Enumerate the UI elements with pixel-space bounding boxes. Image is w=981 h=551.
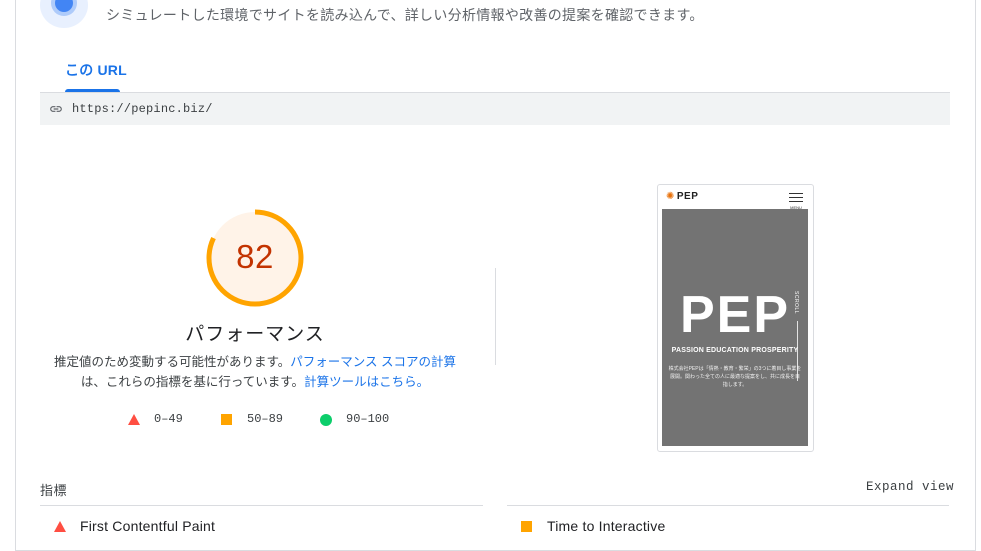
legend-pass-label: 90–100 bbox=[346, 412, 390, 426]
metric-tti-label: Time to Interactive bbox=[547, 518, 666, 534]
description-text-2: は、これらの指標を基に行っています。 bbox=[80, 375, 305, 389]
legend-average-label: 50–89 bbox=[247, 412, 284, 426]
metrics-divider-left bbox=[40, 505, 483, 506]
hamburger-menu-icon: MENU bbox=[789, 193, 803, 210]
hero-section: PEP PASSION EDUCATION PROSPERITY 株式会社PEP… bbox=[662, 209, 808, 446]
fcp-fail-icon bbox=[54, 521, 66, 532]
pep-logo: ✺ PEP bbox=[666, 191, 698, 202]
legend-fail-label: 0–49 bbox=[154, 412, 183, 426]
page-screenshot: ✺ PEP MENU PEP PASSION EDUCATION PROSPERI… bbox=[657, 184, 814, 452]
tab-this-url[interactable]: この URL bbox=[65, 60, 127, 80]
analyzed-url[interactable]: https://pepinc.biz/ bbox=[72, 102, 213, 116]
pep-logo-mark-icon: ✺ bbox=[666, 191, 675, 202]
average-square-icon bbox=[221, 414, 232, 425]
scroll-line bbox=[797, 321, 798, 381]
hero-body: 株式会社PEPは「情熱・教育・繁栄」の3つに着目し事業を展開。関わった全ての人に… bbox=[668, 366, 802, 388]
score-calculation-link[interactable]: パフォーマンス スコアの計算 bbox=[290, 355, 456, 369]
description-text-1: 推定値のため変動する可能性があります。 bbox=[54, 355, 291, 369]
hero-subtitle: PASSION EDUCATION PROSPERITY bbox=[671, 347, 799, 354]
intro-text: シミュレートした環境でサイトを読み込んで、詳しい分析情報や改善の提案を確認できま… bbox=[106, 7, 704, 23]
metrics-divider-right bbox=[507, 505, 949, 506]
calculator-link[interactable]: 計算ツールはこちら。 bbox=[304, 375, 429, 389]
tti-average-icon bbox=[521, 521, 532, 532]
metric-fcp-label: First Contentful Paint bbox=[80, 518, 216, 534]
performance-score: 82 bbox=[236, 238, 274, 275]
vertical-divider bbox=[495, 268, 496, 365]
fail-triangle-icon bbox=[128, 414, 140, 425]
pass-circle-icon bbox=[320, 414, 332, 426]
hero-title: PEP bbox=[679, 286, 791, 344]
scroll-label: SCROLL bbox=[793, 291, 799, 315]
score-description: 推定値のため変動する可能性があります。パフォーマンス スコアの計算 は、これらの… bbox=[40, 352, 470, 392]
pep-logo-text: PEP bbox=[676, 191, 699, 202]
metrics-title: 指標 bbox=[40, 483, 68, 498]
gauge-title: パフォーマンス bbox=[185, 324, 325, 345]
expand-view-button[interactable]: Expand view bbox=[866, 480, 954, 494]
link-icon bbox=[50, 106, 62, 112]
